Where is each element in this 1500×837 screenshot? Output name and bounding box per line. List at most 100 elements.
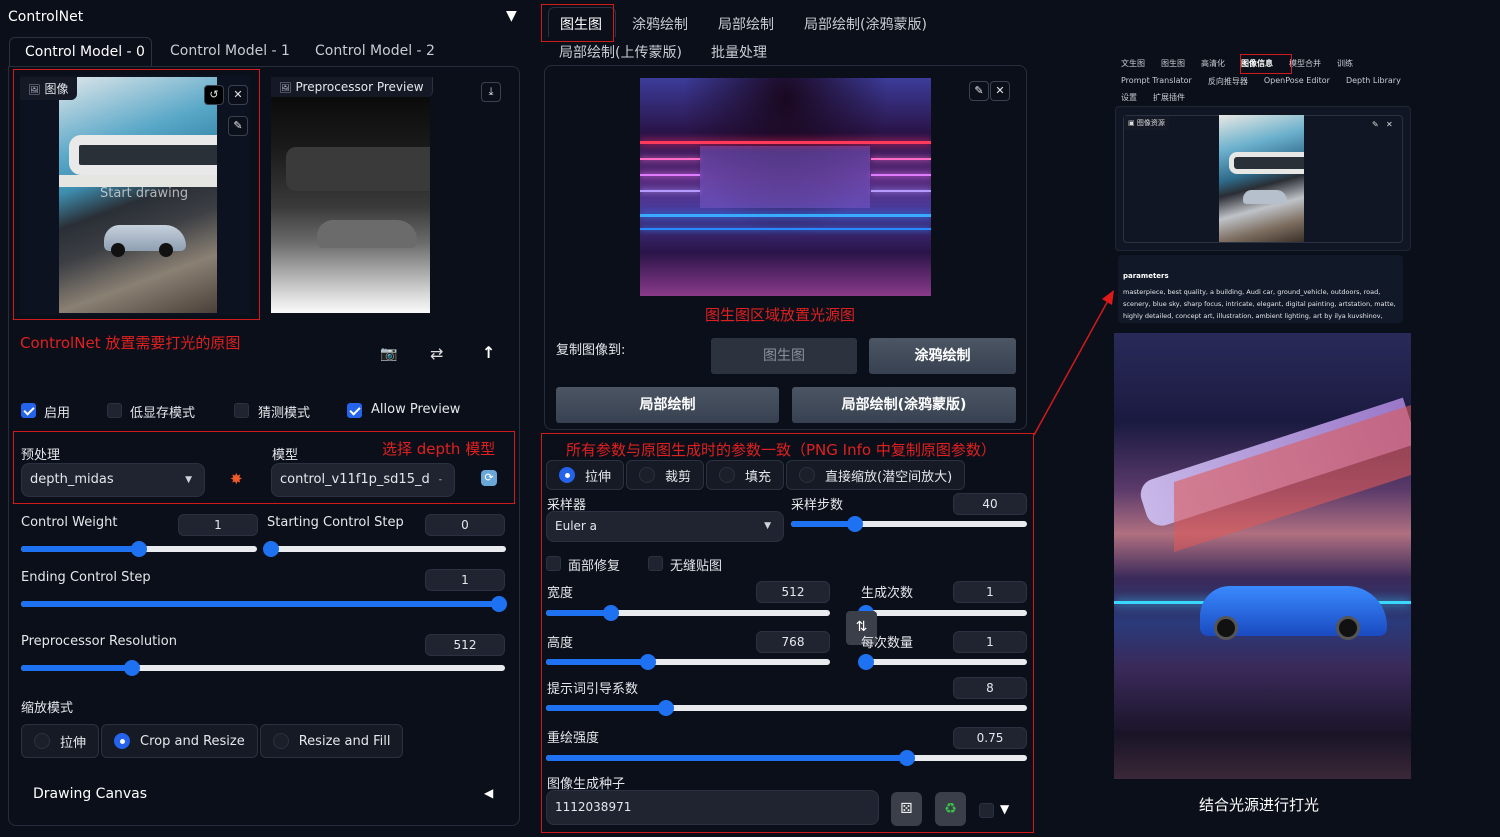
- ending-step-slider[interactable]: [21, 596, 507, 612]
- tab-extras[interactable]: 高清化: [1201, 58, 1225, 69]
- starting-step-input[interactable]: 0: [425, 514, 505, 536]
- slider-thumb[interactable]: [263, 541, 279, 557]
- camera-icon[interactable]: 📷: [380, 346, 397, 362]
- triangle-down-icon[interactable]: ▼: [506, 8, 517, 24]
- starting-step-slider[interactable]: [263, 541, 506, 557]
- triangle-down-icon[interactable]: ▼: [1000, 802, 1009, 816]
- tab-inpaint[interactable]: 局部绘制: [718, 14, 774, 34]
- recycle-icon[interactable]: ♻: [935, 792, 966, 826]
- control-weight-slider[interactable]: [21, 541, 257, 557]
- radio-crop-and-resize[interactable]: Crop and Resize: [101, 724, 258, 758]
- tab-interrogator[interactable]: 反向推导器: [1208, 76, 1248, 87]
- tab-inpaint-sketch[interactable]: 局部绘制(涂鸦蒙版): [804, 14, 927, 34]
- tab-prompt-translator[interactable]: Prompt Translator: [1121, 76, 1192, 87]
- tab-settings[interactable]: 设置: [1121, 92, 1137, 103]
- tab-openpose-editor[interactable]: OpenPose Editor: [1264, 76, 1330, 87]
- slider-thumb[interactable]: [858, 654, 874, 670]
- seed-input[interactable]: 1112038971: [546, 790, 879, 825]
- cfg-scale-input[interactable]: 8: [953, 677, 1027, 699]
- radio-label: 裁剪: [665, 469, 692, 485]
- edit-icon[interactable]: ✎: [969, 81, 989, 101]
- radio-resize-and-fill[interactable]: Resize and Fill: [259, 724, 404, 758]
- height-slider[interactable]: [546, 654, 830, 670]
- building-shape: [1229, 152, 1304, 174]
- send-up-icon[interactable]: ↑: [482, 343, 495, 362]
- slider-thumb[interactable]: [898, 750, 915, 766]
- model-select[interactable]: control_v11f1p_sd15_d -: [271, 463, 455, 497]
- tab-batch[interactable]: 批量处理: [711, 42, 767, 62]
- depth-car-shape: [317, 220, 417, 248]
- steps-slider[interactable]: [791, 516, 1027, 532]
- batch-count-input[interactable]: 1: [953, 581, 1027, 603]
- tab-merge[interactable]: 模型合并: [1289, 58, 1321, 69]
- cfg-scale-slider[interactable]: [546, 700, 1027, 716]
- checkbox-box[interactable]: [234, 403, 249, 418]
- batch-count-slider[interactable]: [858, 605, 1027, 621]
- car-shape: [1243, 190, 1287, 204]
- radio-fill[interactable]: 填充: [706, 460, 785, 490]
- preprocessor-resolution-slider[interactable]: [21, 660, 505, 676]
- checkbox-label: 无缝贴图: [670, 559, 723, 574]
- slider-fill: [546, 610, 612, 616]
- preprocessor-resolution-input[interactable]: 512: [425, 634, 505, 656]
- tab-inpaint-upload[interactable]: 局部绘制(上传蒙版): [559, 42, 682, 62]
- width-slider[interactable]: [546, 605, 830, 621]
- tab-control-model-1[interactable]: Control Model - 1: [170, 43, 290, 59]
- slider-thumb[interactable]: [491, 596, 507, 612]
- height-input[interactable]: 768: [756, 631, 830, 653]
- copy-to-inpaint-button[interactable]: 局部绘制: [556, 387, 779, 423]
- tab-depth-library[interactable]: Depth Library: [1346, 76, 1401, 87]
- radio-stretch[interactable]: 拉伸: [21, 724, 100, 758]
- copy-to-img2img-button[interactable]: 图生图: [711, 338, 857, 374]
- tab-control-model-0[interactable]: Control Model - 0: [9, 37, 152, 67]
- tab-train[interactable]: 训练: [1337, 58, 1353, 69]
- radio-stretch[interactable]: 拉伸: [546, 460, 625, 490]
- slider-thumb[interactable]: [846, 516, 863, 532]
- checkbox-box[interactable]: [347, 403, 362, 418]
- ending-step-input[interactable]: 1: [425, 569, 505, 591]
- sampler-select[interactable]: Euler a ▼: [546, 511, 784, 542]
- batch-size-input[interactable]: 1: [953, 631, 1027, 653]
- preview-label-text: Preprocessor Preview: [295, 80, 424, 94]
- tab-txt2img[interactable]: 文生图: [1121, 58, 1145, 69]
- checkbox-box[interactable]: [546, 556, 561, 571]
- radio-latent-upscale[interactable]: 直接缩放(潜空间放大): [786, 460, 966, 490]
- preprocessor-select[interactable]: depth_midas ▼: [21, 463, 205, 497]
- controlnet-title: ControlNet: [8, 9, 84, 25]
- checkbox-box[interactable]: [21, 403, 36, 418]
- download-icon[interactable]: ⤓: [481, 82, 501, 102]
- extra-seed-checkbox[interactable]: [979, 803, 994, 818]
- dice-icon[interactable]: ⚄: [891, 792, 922, 826]
- edit-icon[interactable]: ✎: [1372, 120, 1379, 129]
- slider-thumb[interactable]: [131, 541, 147, 557]
- tab-extensions[interactable]: 扩展插件: [1153, 92, 1185, 103]
- triangle-left-icon[interactable]: ◀: [484, 786, 493, 800]
- copy-to-sketch-button[interactable]: 涂鸦绘制: [869, 338, 1016, 374]
- batch-size-label: 每次数量: [861, 636, 914, 651]
- radio-crop[interactable]: 裁剪: [626, 460, 705, 490]
- drawing-canvas-accordion[interactable]: Drawing Canvas: [33, 786, 147, 802]
- width-input[interactable]: 512: [756, 581, 830, 603]
- tab-control-model-2[interactable]: Control Model - 2: [315, 43, 435, 59]
- control-weight-input[interactable]: 1: [178, 514, 258, 536]
- checkbox-box[interactable]: [107, 403, 122, 418]
- close-icon[interactable]: ✕: [1386, 120, 1393, 129]
- denoising-input[interactable]: 0.75: [953, 727, 1027, 749]
- batch-size-slider[interactable]: [858, 654, 1027, 670]
- checkbox-box[interactable]: [648, 556, 663, 571]
- copy-to-inpaint-sketch-button[interactable]: 局部绘制(涂鸦蒙版): [792, 387, 1016, 423]
- swap-icon[interactable]: ⇄: [430, 344, 443, 363]
- car-wheel: [1336, 616, 1360, 640]
- dropdown-arrow-icon: ▼: [764, 521, 771, 531]
- close-icon[interactable]: ✕: [990, 81, 1010, 101]
- tab-sketch[interactable]: 涂鸦绘制: [632, 14, 688, 34]
- neon-back-wall: [700, 146, 870, 208]
- explosion-icon[interactable]: ✸: [230, 470, 243, 488]
- tab-img2img[interactable]: 图生图: [1161, 58, 1185, 69]
- steps-input[interactable]: 40: [953, 493, 1027, 515]
- parameters-panel: parameters masterpiece, best quality, a …: [1118, 255, 1403, 323]
- annotation-light-text: 图生图区域放置光源图: [705, 306, 856, 324]
- slider-fill: [546, 755, 907, 761]
- denoising-slider[interactable]: [546, 750, 1027, 766]
- refresh-icon[interactable]: ⟳: [481, 470, 497, 486]
